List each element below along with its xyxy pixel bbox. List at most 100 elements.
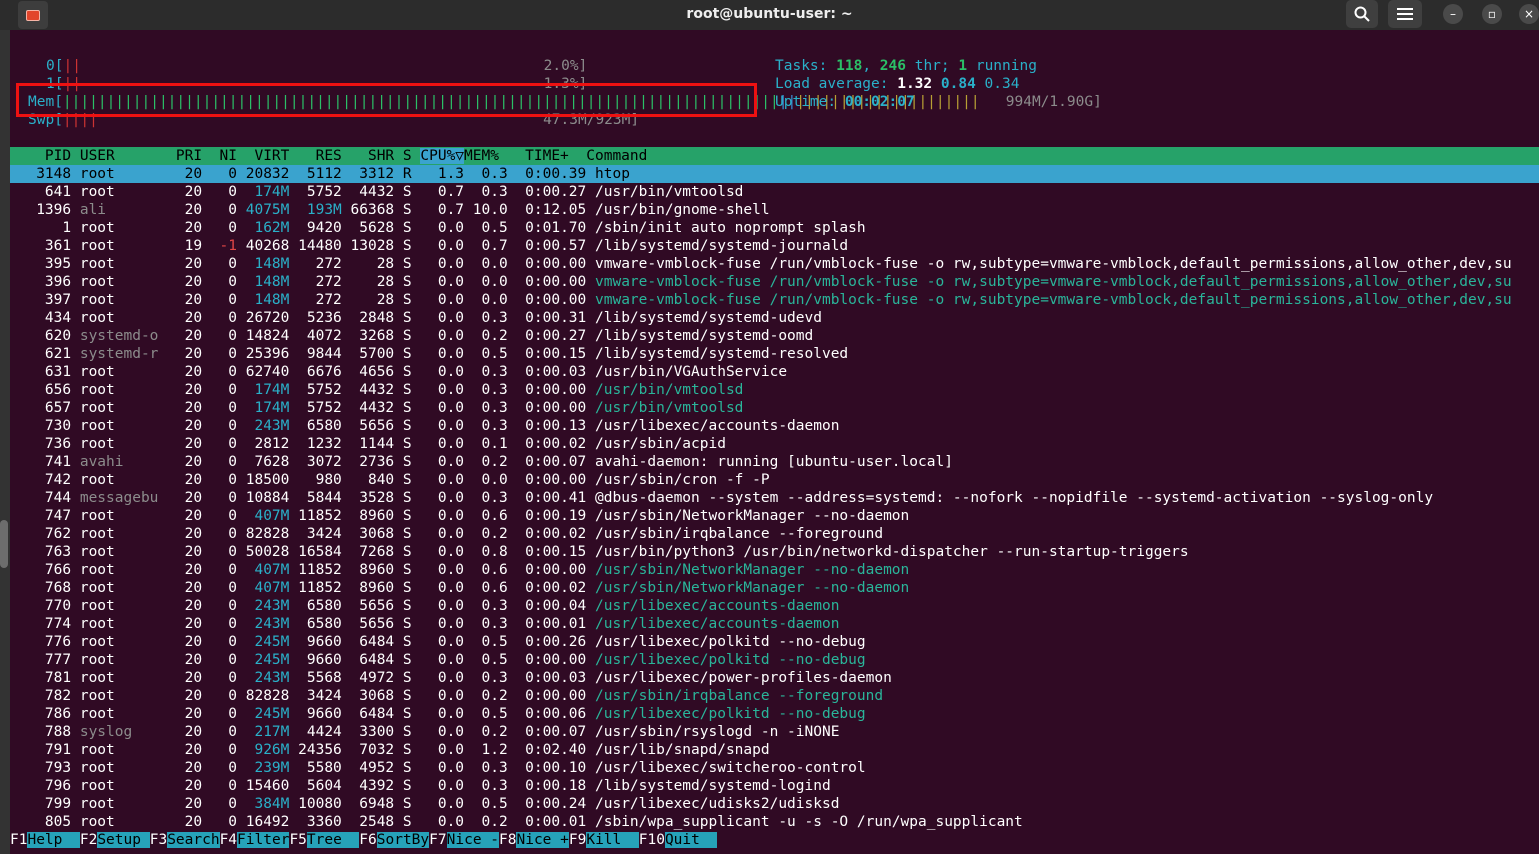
table-row[interactable]: 793 root 20 0 239M 5580 4952 S 0.0 0.3 0… <box>10 759 866 777</box>
pid-cell: 774 <box>10 616 80 632</box>
table-row[interactable]: 776 root 20 0 245M 9660 6484 S 0.0 0.5 0… <box>10 633 866 651</box>
fkey-label-f8[interactable]: Nice + <box>516 832 569 848</box>
col-pid-header[interactable]: PID <box>10 148 80 164</box>
table-row[interactable]: 656 root 20 0 174M 5752 4432 S 0.0 0.3 0… <box>10 381 744 399</box>
table-row[interactable]: 1 root 20 0 162M 9420 5628 S 0.0 0.5 0:0… <box>10 219 866 237</box>
fkey-label-f7[interactable]: Nice - <box>446 832 500 848</box>
col-time-header[interactable]: TIME+ <box>499 148 586 164</box>
ni-cell: 0 <box>210 796 246 812</box>
table-row[interactable]: 361 root 19 -1 40268 14480 13028 S 0.0 0… <box>10 237 848 255</box>
close-button[interactable]: × <box>1519 4 1539 24</box>
fkey-label-f1[interactable]: Help <box>27 832 80 848</box>
col-virt-header[interactable]: VIRT <box>246 148 298 164</box>
table-row[interactable]: 744 messagebu 20 0 10884 5844 3528 S 0.0… <box>10 489 1433 507</box>
table-row[interactable]: 620 systemd-o 20 0 14824 4072 3268 S 0.0… <box>10 327 813 345</box>
table-row[interactable]: 782 root 20 0 82828 3424 3068 S 0.0 0.2 … <box>10 687 883 705</box>
mem-cell: 0.3 <box>472 616 517 632</box>
mem-cell: 0.2 <box>472 688 517 704</box>
table-row[interactable]: 774 root 20 0 243M 6580 5656 S 0.0 0.3 0… <box>10 615 840 633</box>
column-header-row[interactable]: PID USER PRI NI VIRT RES SHR S CPU%▽MEM%… <box>10 147 1539 165</box>
cpu-cell: 0.0 <box>420 436 473 452</box>
fkey-label-f9[interactable]: Kill <box>586 832 639 848</box>
table-row[interactable]: 3148 root 20 0 20832 5112 3312 R 1.3 0.3… <box>10 165 1539 183</box>
table-row[interactable]: 395 root 20 0 148M 272 28 S 0.0 0.0 0:00… <box>10 255 1512 273</box>
table-row[interactable]: 434 root 20 0 26720 5236 2848 S 0.0 0.3 … <box>10 309 822 327</box>
time-cell: 0:00.00 <box>516 472 595 488</box>
table-row[interactable]: 747 root 20 0 407M 11852 8960 S 0.0 0.6 … <box>10 507 909 525</box>
shr-cell: 6948 <box>350 796 403 812</box>
table-row[interactable]: 741 avahi 20 0 7628 3072 2736 S 0.0 0.2 … <box>10 453 953 471</box>
scrollbar-thumb[interactable] <box>0 520 8 568</box>
fkey-label-f6[interactable]: SortBy <box>376 832 430 848</box>
command-cell: /sbin/init auto noprompt splash <box>595 220 866 236</box>
col-res-header[interactable]: RES <box>298 148 350 164</box>
ni-cell: 0 <box>210 364 246 380</box>
mem-cell: 0.3 <box>472 400 517 416</box>
table-row[interactable]: 791 root 20 0 926M 24356 7032 S 0.0 1.2 … <box>10 741 770 759</box>
time-cell: 0:00.01 <box>516 814 595 830</box>
table-row[interactable]: 805 root 20 0 16492 3360 2548 S 0.0 0.2 … <box>10 813 1023 831</box>
table-row[interactable]: 786 root 20 0 245M 9660 6484 S 0.0 0.5 0… <box>10 705 866 723</box>
virt-cell: 245M <box>245 706 299 722</box>
table-row[interactable]: 763 root 20 0 50028 16584 7268 S 0.0 0.8… <box>10 543 1189 561</box>
table-row[interactable]: 730 root 20 0 243M 6580 5656 S 0.0 0.3 0… <box>10 417 840 435</box>
table-row[interactable]: 781 root 20 0 243M 5568 4972 S 0.0 0.3 0… <box>10 669 892 687</box>
table-row[interactable]: 796 root 20 0 15460 5604 4392 S 0.0 0.3 … <box>10 777 831 795</box>
mem-cell: 0.0 <box>472 472 517 488</box>
pri-cell: 20 <box>167 742 211 758</box>
table-row[interactable]: 788 syslog 20 0 217M 4424 3300 S 0.0 0.2… <box>10 723 840 741</box>
col-command-header[interactable]: Command <box>586 148 647 164</box>
pri-cell: 20 <box>167 814 211 830</box>
table-row[interactable]: 1396 ali 20 0 4075M 193M 66368 S 0.7 10.… <box>10 201 769 219</box>
col-user-header[interactable]: USER <box>80 148 167 164</box>
table-row[interactable]: 766 root 20 0 407M 11852 8960 S 0.0 0.6 … <box>10 561 909 579</box>
table-row[interactable]: 397 root 20 0 148M 272 28 S 0.0 0.0 0:00… <box>10 291 1512 309</box>
search-button[interactable] <box>1346 0 1378 28</box>
time-cell: 0:00.07 <box>516 724 595 740</box>
table-row[interactable]: 777 root 20 0 245M 9660 6484 S 0.0 0.5 0… <box>10 651 866 669</box>
col-state-header[interactable]: S <box>403 148 420 164</box>
pri-cell: 20 <box>167 418 211 434</box>
table-row[interactable]: 641 root 20 0 174M 5752 4432 S 0.7 0.3 0… <box>10 183 744 201</box>
fkey-label-f2[interactable]: Setup <box>97 832 150 848</box>
table-row[interactable]: 396 root 20 0 148M 272 28 S 0.0 0.0 0:00… <box>10 273 1512 291</box>
ni-cell: 0 <box>210 202 246 218</box>
cpu0-label: 0[ <box>46 58 64 74</box>
fkey-label-f3[interactable]: Search <box>167 832 220 848</box>
shr-cell: 5656 <box>350 418 403 434</box>
table-row[interactable]: 762 root 20 0 82828 3424 3068 S 0.0 0.2 … <box>10 525 883 543</box>
pri-cell: 20 <box>167 778 211 794</box>
col-pri-header[interactable]: PRI <box>167 148 211 164</box>
col-ni-header[interactable]: NI <box>211 148 246 164</box>
menu-button[interactable] <box>1388 0 1422 28</box>
pid-cell: 656 <box>10 382 80 398</box>
table-row[interactable]: 631 root 20 0 62740 6676 4656 S 0.0 0.3 … <box>10 363 787 381</box>
time-cell: 0:02.40 <box>516 742 595 758</box>
fkey-label-f10[interactable]: Quit <box>664 832 718 848</box>
cpu-cell: 0.0 <box>420 274 473 290</box>
table-row[interactable]: 770 root 20 0 243M 6580 5656 S 0.0 0.3 0… <box>10 597 840 615</box>
maximize-button[interactable]: ▫ <box>1482 4 1502 24</box>
table-row[interactable]: 657 root 20 0 174M 5752 4432 S 0.0 0.3 0… <box>10 399 744 417</box>
shr-cell: 5700 <box>350 346 403 362</box>
pid-cell: 730 <box>10 418 80 434</box>
pri-cell: 20 <box>167 760 211 776</box>
fkey-label-f5[interactable]: Tree <box>306 832 360 848</box>
minimize-button[interactable]: – <box>1443 4 1463 24</box>
col-cpu-header[interactable]: CPU%▽ <box>420 148 465 164</box>
table-row[interactable]: 768 root 20 0 407M 11852 8960 S 0.0 0.6 … <box>10 579 909 597</box>
cpu-cell: 0.0 <box>420 670 473 686</box>
table-row[interactable]: 621 systemd-r 20 0 25396 9844 5700 S 0.0… <box>10 345 848 363</box>
pid-cell: 641 <box>10 184 80 200</box>
cpu-cell: 0.0 <box>420 706 473 722</box>
user-cell: avahi <box>79 454 168 470</box>
col-shr-header[interactable]: SHR <box>351 148 403 164</box>
fkey-label-f4[interactable]: Filter <box>237 832 290 848</box>
table-row[interactable]: 742 root 20 0 18500 980 840 S 0.0 0.0 0:… <box>10 471 770 489</box>
pid-cell: 1396 <box>10 202 80 218</box>
virt-cell: 243M <box>245 418 299 434</box>
col-mem-header[interactable]: MEM% <box>464 148 499 164</box>
table-row[interactable]: 736 root 20 0 2812 1232 1144 S 0.0 0.1 0… <box>10 435 726 453</box>
table-row[interactable]: 799 root 20 0 384M 10080 6948 S 0.0 0.5 … <box>10 795 840 813</box>
pri-cell: 20 <box>167 688 211 704</box>
